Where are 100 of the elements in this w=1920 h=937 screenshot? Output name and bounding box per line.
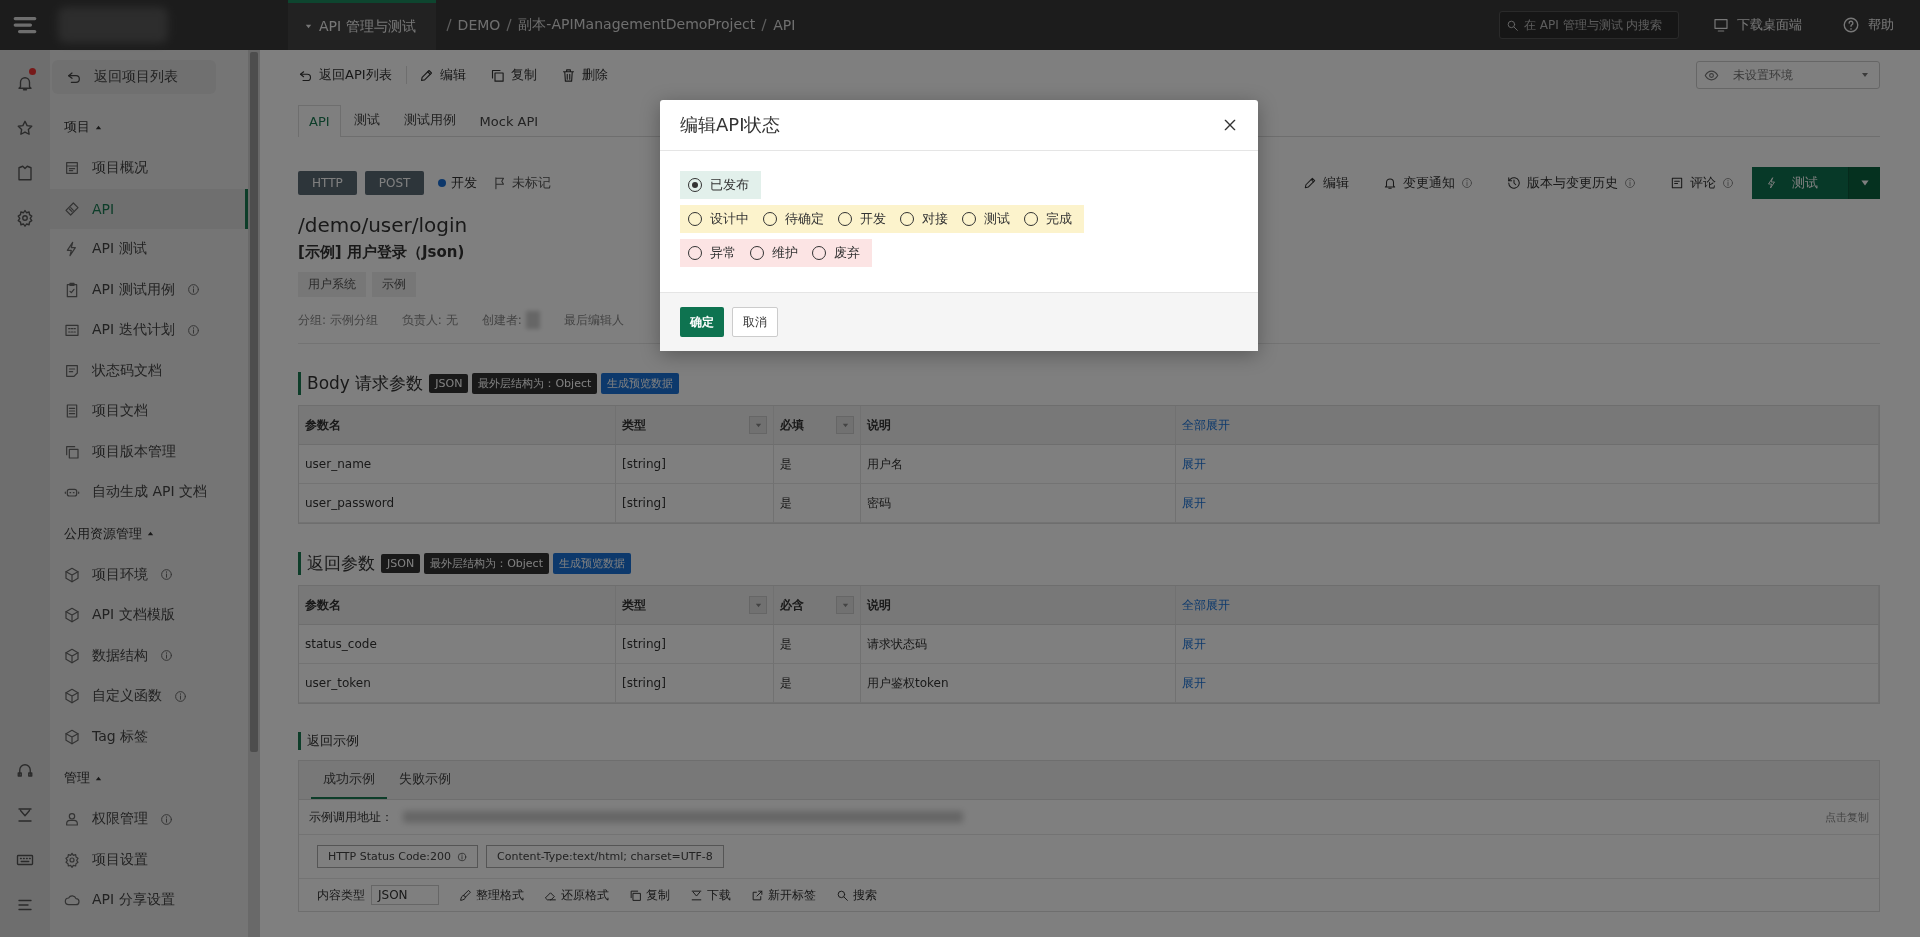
scrollbar-thumb[interactable]: [250, 52, 258, 752]
sidebar-item[interactable]: 项目版本管理: [50, 431, 248, 472]
help-link[interactable]: 帮助: [1836, 15, 1900, 35]
test-button[interactable]: 测试: [1752, 167, 1848, 199]
sidebar-item[interactable]: API: [50, 188, 248, 229]
header-label: 类型: [622, 416, 646, 434]
filter-button[interactable]: [836, 416, 854, 434]
action-button[interactable]: 编辑: [1303, 174, 1349, 192]
toolbar-button[interactable]: 复制: [477, 66, 549, 84]
expand-all-link[interactable]: 全部展开: [1182, 416, 1230, 434]
sidebar-item[interactable]: 项目设置: [50, 839, 248, 880]
preview-data-button[interactable]: 生成预览数据: [552, 553, 631, 574]
action-button[interactable]: 评论: [1670, 174, 1734, 192]
sidebar-item[interactable]: API 分享设置: [50, 880, 248, 921]
expand-link[interactable]: 展开: [1182, 674, 1206, 692]
breadcrumb-link[interactable]: API: [773, 17, 796, 33]
toolbar-button[interactable]: 返回API列表: [298, 66, 407, 84]
header-label: 类型: [622, 596, 646, 614]
tag-badge: 最外层结构为：Object: [472, 373, 598, 394]
sidebar-item[interactable]: API 测试: [50, 229, 248, 270]
sidebar-item[interactable]: 项目概况: [50, 148, 248, 189]
sidebar-item[interactable]: 项目环境: [50, 554, 248, 595]
monitor-icon: [1713, 17, 1729, 33]
tool-button[interactable]: 整理格式: [458, 886, 524, 904]
header-label: 说明: [867, 596, 891, 614]
tag-chip[interactable]: 示例: [372, 272, 416, 297]
sidebar-item[interactable]: 数据结构: [50, 635, 248, 676]
sidebar-item[interactable]: API 迭代计划: [50, 310, 248, 351]
sidebar-item[interactable]: Tag 标签: [50, 716, 248, 757]
content-type-select[interactable]: JSON: [371, 885, 439, 905]
dropdown-button[interactable]: [1848, 167, 1880, 199]
status-radio[interactable]: 已发布: [688, 174, 753, 196]
status-radio[interactable]: 异常: [688, 242, 740, 264]
expand-all-link[interactable]: 全部展开: [1182, 596, 1230, 614]
tool-button[interactable]: 新开标签: [750, 886, 816, 904]
expand-link[interactable]: 展开: [1182, 494, 1206, 512]
download-link[interactable]: 下载桌面端: [1707, 15, 1808, 35]
status-radio[interactable]: 测试: [962, 208, 1014, 230]
action-button[interactable]: 版本与变更历史: [1507, 174, 1636, 192]
info-icon: [1461, 177, 1473, 189]
filter-button[interactable]: [749, 416, 767, 434]
breadcrumb-link[interactable]: 副本-APIManagementDemoProject: [518, 16, 756, 34]
sidebar-item[interactable]: 项目文档: [50, 391, 248, 432]
sidebar-item[interactable]: API 文档模版: [50, 595, 248, 636]
action-button[interactable]: 变更通知: [1383, 174, 1473, 192]
info-icon: [174, 689, 187, 703]
tab[interactable]: 测试用例: [392, 102, 467, 137]
tab[interactable]: 成功示例: [311, 761, 387, 799]
toolbar-button[interactable]: 删除: [548, 66, 620, 84]
tag-chip[interactable]: 用户系统: [298, 272, 366, 297]
tool-button[interactable]: 下载: [689, 886, 731, 904]
section-header[interactable]: 管理: [64, 769, 90, 787]
status-radio[interactable]: 待确定: [763, 208, 828, 230]
expand-link[interactable]: 展开: [1182, 635, 1206, 653]
cancel-button[interactable]: 取消: [732, 307, 778, 337]
status-radio[interactable]: 废弃: [812, 242, 864, 264]
status-radio[interactable]: 对接: [900, 208, 952, 230]
filter-button[interactable]: [836, 596, 854, 614]
sidebar-item[interactable]: 自定义函数: [50, 676, 248, 717]
sidebar-item[interactable]: 权限管理: [50, 799, 248, 840]
sidebar-item[interactable]: API 测试用例: [50, 269, 248, 310]
search-field[interactable]: 在 API 管理与测试 内搜索: [1499, 11, 1679, 39]
environment-select[interactable]: 未设置环境: [1696, 61, 1880, 89]
tab[interactable]: 测试: [342, 102, 391, 137]
project-menu[interactable]: API 管理与测试: [288, 0, 436, 50]
breadcrumb-link[interactable]: DEMO: [457, 17, 501, 33]
cube-icon: [64, 566, 80, 583]
back-button[interactable]: 返回项目列表: [52, 60, 216, 94]
meta-text: 分组: 示例分组: [298, 311, 378, 329]
status-label[interactable]: 开发: [451, 174, 478, 192]
tab[interactable]: 失败示例: [387, 761, 463, 799]
status-radio[interactable]: 开发: [838, 208, 890, 230]
confirm-button[interactable]: 确定: [680, 307, 724, 337]
tool-button[interactable]: 还原格式: [543, 886, 609, 904]
calendar-icon: [64, 322, 80, 339]
section-header[interactable]: 项目: [64, 118, 90, 136]
cube-icon: [64, 728, 80, 745]
notification-dot: [29, 68, 36, 75]
toolbar-button[interactable]: 编辑: [406, 66, 478, 84]
status-dot: [438, 179, 447, 187]
mark-label[interactable]: 未标记: [512, 174, 552, 192]
status-radio[interactable]: 维护: [750, 242, 802, 264]
tab[interactable]: Mock API: [468, 105, 550, 137]
status-radio[interactable]: 完成: [1024, 208, 1076, 230]
sidebar-item[interactable]: 自动生成 API 文档: [50, 472, 248, 513]
tool-button[interactable]: 复制: [628, 886, 670, 904]
table-cell: status_code: [299, 625, 616, 664]
section-header[interactable]: 公用资源管理: [64, 524, 142, 543]
tool-button[interactable]: 搜索: [835, 886, 877, 904]
table-cell: user_name: [299, 445, 616, 484]
comment-icon: [1670, 176, 1684, 190]
status-radio[interactable]: 设计中: [688, 208, 753, 230]
tab[interactable]: API: [298, 105, 341, 137]
sidebar-item[interactable]: 状态码文档: [50, 350, 248, 391]
section-title: 返回参数: [298, 552, 375, 575]
preview-data-button[interactable]: 生成预览数据: [601, 373, 680, 394]
close-button[interactable]: [1222, 117, 1238, 133]
download-icon: [16, 805, 34, 824]
filter-button[interactable]: [749, 596, 767, 614]
expand-link[interactable]: 展开: [1182, 455, 1206, 473]
